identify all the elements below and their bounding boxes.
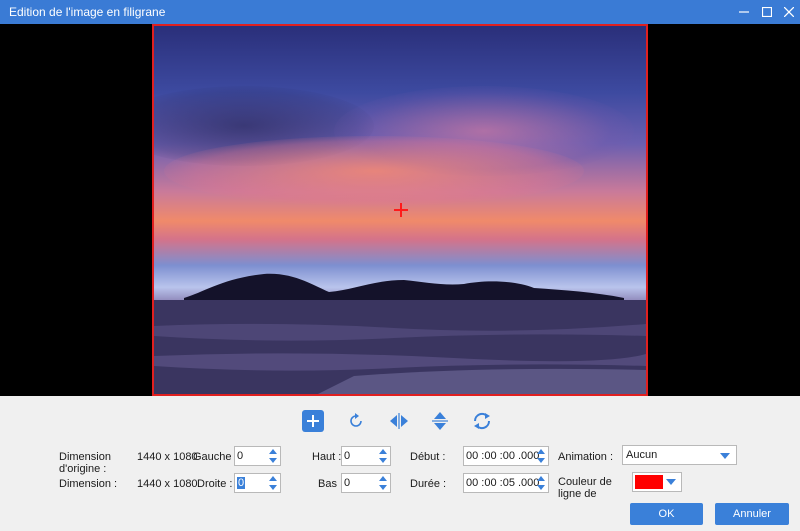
original-dimension-value: 1440 x 1080	[137, 451, 198, 463]
dimension-value: 1440 x 1080	[137, 478, 198, 490]
animation-value: Aucun	[626, 449, 658, 461]
duration-field[interactable]: 00 :00 :05 .000	[463, 473, 549, 493]
top-value: 0	[344, 450, 351, 462]
minimize-icon[interactable]	[733, 0, 755, 24]
edit-toolbar	[0, 410, 800, 436]
watermark-image[interactable]	[152, 24, 648, 396]
line-color-picker[interactable]	[632, 472, 682, 492]
duration-value: 00 :00 :05 .000	[466, 477, 540, 489]
original-dimension-label: Dimension d'origine :	[59, 451, 111, 475]
maximize-icon[interactable]	[756, 0, 778, 24]
decrement-icon[interactable]	[379, 458, 387, 463]
rotate-icon[interactable]	[345, 410, 367, 432]
flip-vertical-icon[interactable]	[429, 410, 451, 432]
start-time-field[interactable]: 00 :00 :00 .000	[463, 446, 549, 466]
bottom-value: 0	[344, 477, 351, 489]
increment-icon[interactable]	[537, 449, 545, 454]
decrement-icon[interactable]	[537, 485, 545, 490]
duration-label: Durée :	[410, 478, 447, 490]
increment-icon[interactable]	[379, 449, 387, 454]
line-color-label: Couleur de ligne de	[558, 476, 612, 500]
left-label: Gauche :	[193, 451, 238, 463]
top-label: Haut :	[312, 451, 342, 463]
chevron-down-icon	[720, 453, 730, 459]
preview-area	[0, 24, 800, 396]
bottom-label: Bas :	[318, 478, 344, 490]
left-value: 0	[237, 450, 244, 462]
animation-select[interactable]: Aucun	[622, 445, 737, 465]
chevron-down-icon	[666, 479, 676, 485]
start-label: Début :	[410, 451, 446, 463]
add-icon[interactable]	[302, 410, 324, 432]
start-value: 00 :00 :00 .000	[466, 450, 540, 462]
reset-icon[interactable]	[471, 410, 493, 432]
flip-horizontal-icon[interactable]	[388, 410, 410, 432]
right-value: 0	[237, 477, 246, 489]
close-icon[interactable]	[778, 0, 800, 24]
ok-button[interactable]: OK	[630, 503, 703, 525]
dimension-label: Dimension :	[59, 478, 118, 490]
left-stepper[interactable]: 0	[234, 446, 281, 466]
center-crosshair-icon[interactable]	[394, 203, 408, 217]
right-stepper[interactable]: 0	[234, 473, 281, 493]
title-bar: Edition de l'image en filigrane	[0, 0, 800, 24]
sky-cloud	[164, 136, 584, 206]
island-silhouette	[154, 273, 646, 394]
increment-icon[interactable]	[379, 476, 387, 481]
animation-label: Animation :	[558, 451, 614, 463]
window-title: Edition de l'image en filigrane	[9, 5, 166, 19]
decrement-icon[interactable]	[269, 485, 277, 490]
decrement-icon[interactable]	[379, 485, 387, 490]
decrement-icon[interactable]	[269, 458, 277, 463]
bottom-stepper[interactable]: 0	[341, 473, 391, 493]
increment-icon[interactable]	[269, 449, 277, 454]
increment-icon[interactable]	[269, 476, 277, 481]
top-stepper[interactable]: 0	[341, 446, 391, 466]
increment-icon[interactable]	[537, 476, 545, 481]
cancel-button[interactable]: Annuler	[715, 503, 789, 525]
right-label: Droite :	[197, 478, 233, 490]
decrement-icon[interactable]	[537, 458, 545, 463]
color-swatch	[635, 475, 663, 489]
